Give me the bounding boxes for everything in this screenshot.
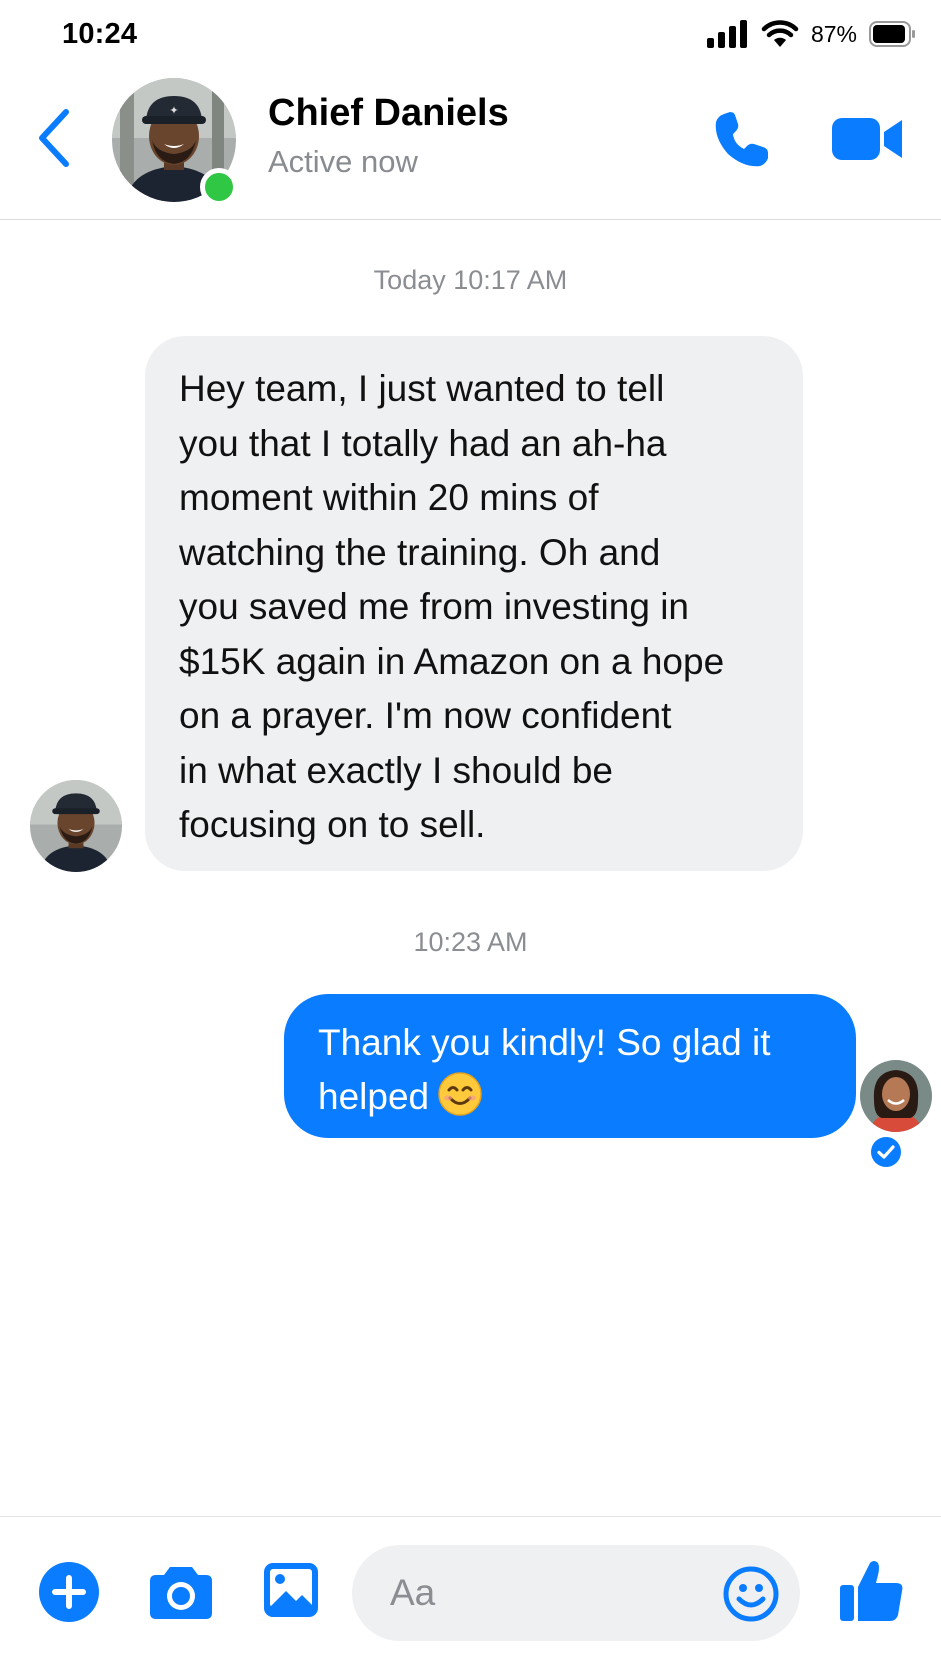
message-timestamp: Today 10:17 AM <box>373 265 568 295</box>
camera-icon[interactable] <box>148 1563 214 1621</box>
message-line: focusing on to sell. <box>179 804 486 845</box>
wifi-icon <box>761 20 799 47</box>
smiley-icon[interactable] <box>722 1565 780 1623</box>
message-line: on a prayer. I'm now confident <box>179 695 672 736</box>
status-time: 10:24 <box>62 18 138 50</box>
contact-status: Active now <box>268 144 418 179</box>
message-line: Thank you kindly! So glad it <box>318 1022 771 1063</box>
online-indicator <box>200 168 238 206</box>
svg-text:✦: ✦ <box>169 104 178 117</box>
message-line-with-emoji: helped <box>318 1070 828 1124</box>
message-line: Hey team, I just wanted to tell <box>179 368 665 409</box>
chevron-left-icon[interactable] <box>34 106 74 170</box>
message-line: watching the training. Oh and <box>179 531 661 573</box>
incoming-message-bubble[interactable]: Hey team, I just wanted to tell you that… <box>145 336 803 871</box>
video-camera-icon[interactable] <box>830 110 904 168</box>
message-text: helped <box>318 1076 430 1117</box>
message-line: in what exactly I should be <box>179 749 613 791</box>
message-timestamp: 10:23 AM <box>413 927 528 957</box>
message-line: you saved me from investing in <box>179 586 690 627</box>
contact-name[interactable]: Chief Daniels <box>268 92 509 135</box>
check-circle-icon <box>871 1137 901 1167</box>
sender-avatar[interactable] <box>30 780 122 872</box>
composer-bar <box>0 1516 941 1672</box>
battery-icon <box>869 21 915 47</box>
self-avatar <box>860 1060 932 1132</box>
signal-icon <box>706 20 747 48</box>
message-line: moment within 20 mins of <box>179 477 599 518</box>
message-input-container <box>352 1545 800 1641</box>
smiling-face-emoji-icon <box>438 1072 482 1116</box>
status-bar: 10:24 87% <box>0 0 941 70</box>
phone-icon[interactable] <box>710 108 774 172</box>
message-line: you that I totally had an ah-ha <box>179 422 667 464</box>
outgoing-message-bubble[interactable]: Thank you kindly! So glad it helped <box>284 994 856 1138</box>
chat-header: ✦ Chief Daniels Active now <box>0 70 941 220</box>
image-icon[interactable] <box>262 1561 320 1619</box>
message-input[interactable] <box>390 1545 710 1641</box>
thumbs-up-icon[interactable] <box>838 1557 906 1625</box>
plus-icon[interactable] <box>38 1561 100 1623</box>
message-line: $15K again in Amazon on a hope <box>179 640 725 682</box>
status-icons: 87% <box>706 20 917 48</box>
battery-percent: 87% <box>810 20 857 47</box>
